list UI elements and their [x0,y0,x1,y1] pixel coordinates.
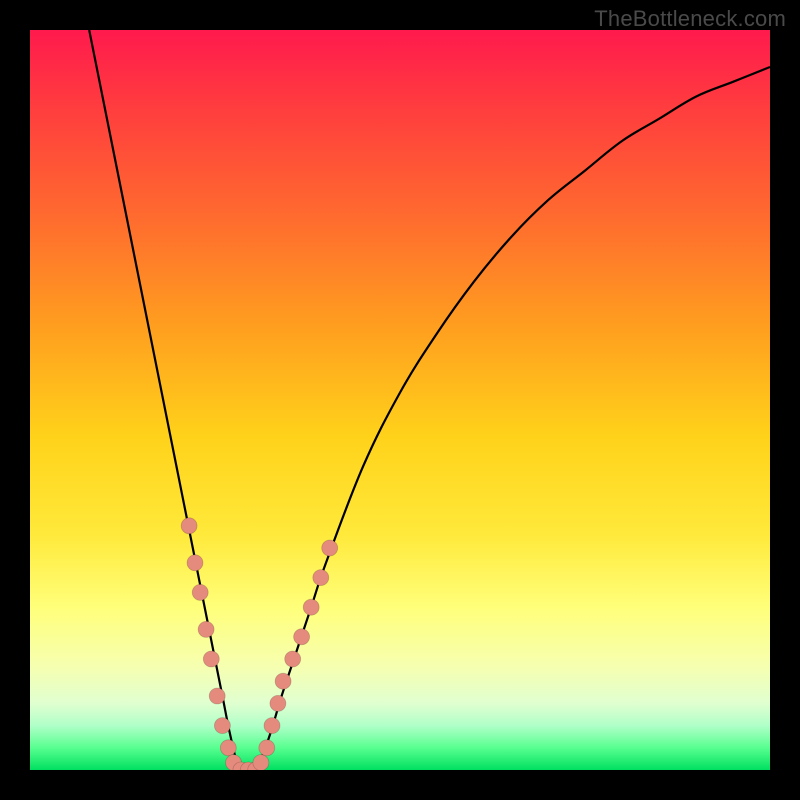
watermark-text: TheBottleneck.com [594,6,786,32]
data-marker [264,718,280,734]
data-marker [203,651,219,667]
marker-group [181,518,338,770]
plot-frame [30,30,770,770]
data-marker [192,584,208,600]
data-marker [181,518,197,534]
data-marker [303,599,319,615]
data-marker [294,629,310,645]
data-marker [259,740,275,756]
data-marker [220,740,236,756]
data-marker [313,570,329,586]
plot-svg [30,30,770,770]
data-marker [285,651,301,667]
data-marker [270,695,286,711]
data-marker [322,540,338,556]
data-marker [198,621,214,637]
data-marker [253,755,269,770]
data-marker [187,555,203,571]
data-marker [214,718,230,734]
bottleneck-curve [89,30,770,770]
data-marker [275,673,291,689]
data-marker [209,688,225,704]
